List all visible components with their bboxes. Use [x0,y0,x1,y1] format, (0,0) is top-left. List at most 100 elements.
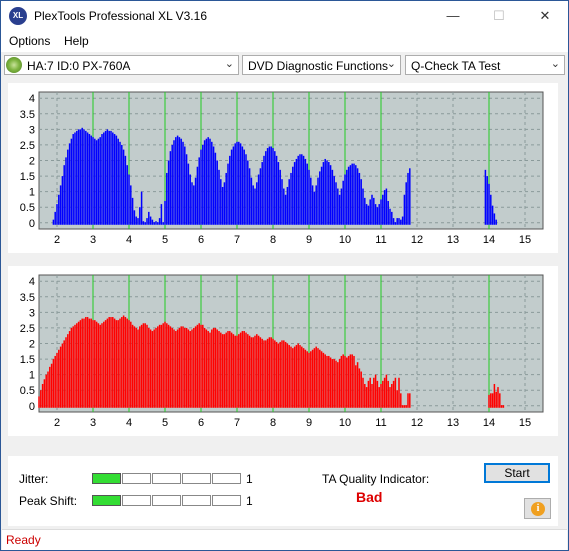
data-bar [108,317,110,408]
data-bar [157,222,159,225]
meter-segment [122,473,151,484]
data-bar [223,334,226,408]
function-select[interactable]: DVD Diagnostic Functions ⌄ [242,55,401,75]
data-bar [92,320,94,408]
data-bar [211,141,213,225]
y-tick-label: 1 [29,187,35,199]
data-bar [266,148,269,225]
y-tick-label: 2.5 [20,323,35,335]
data-bar [175,331,177,408]
data-bar [124,317,127,408]
maximize-button[interactable]: ☐ [476,1,522,31]
test-select[interactable]: Q-Check TA Test ⌄ [405,55,565,75]
info-button[interactable]: i [524,498,551,519]
data-bar [153,222,155,225]
data-bar [266,338,269,408]
y-tick-label: 1.5 [20,171,35,183]
data-bar [342,354,344,408]
data-bar [59,346,62,408]
data-bar [176,329,179,408]
data-bar [380,383,382,408]
minimize-button[interactable]: — [430,1,476,31]
data-bar [113,134,116,225]
data-bar [279,341,281,408]
data-bar [241,146,244,225]
data-bar [67,149,69,225]
data-bar [76,323,78,408]
data-bar [185,327,188,408]
data-bar [108,130,110,225]
data-bar [191,329,193,408]
x-tick-label: 4 [126,417,132,429]
data-bar [72,326,74,408]
data-bar [104,130,107,225]
close-button[interactable]: ✕ [522,1,568,31]
data-bar [374,374,377,408]
data-bar [56,352,58,408]
menu-help[interactable]: Help [64,34,89,48]
drive-select[interactable]: HA:7 ID:0 PX-760A ⌄ [4,55,239,75]
data-bar [257,174,260,225]
data-bar [383,190,386,225]
data-bar [344,174,346,225]
data-bar [238,141,240,225]
data-bar [214,327,217,408]
bottom-chart-panel: 0 0.5 1 1.5 2 2.5 3 3.5 4 2 3 4 5 6 7 8 9 10 11 12 13 14 15 [8,266,558,436]
data-bar [149,216,152,225]
data-bar [162,323,164,408]
data-bar [283,340,285,408]
data-bar [304,158,307,225]
data-bar [391,211,393,225]
data-bar [83,318,85,408]
data-bar [371,383,373,408]
data-bar [175,137,177,225]
data-bar [259,337,262,408]
x-tick-label: 6 [198,234,204,246]
data-bar [173,140,175,225]
menu-options[interactable]: Options [9,34,50,48]
data-bar [338,194,341,225]
data-bar [385,188,388,225]
data-bar [41,383,44,408]
data-bar [137,218,139,225]
data-bar [250,337,253,408]
y-tick-label: 3 [29,307,35,319]
data-bar [209,332,211,408]
data-bar [245,154,247,225]
x-tick-label: 2 [54,417,60,429]
data-bar [115,135,118,225]
data-bar [95,140,98,225]
data-bar [194,177,197,225]
data-bar [90,318,92,408]
data-bar [151,331,154,408]
data-bar [301,346,303,408]
data-bar [54,355,56,408]
data-bar [295,345,298,408]
data-bar [230,149,233,225]
data-bar [187,329,190,408]
x-tick-label: 5 [162,234,168,246]
data-bar [88,318,91,408]
data-bar [234,335,236,408]
data-bar [200,149,202,225]
chevron-down-icon: ⌄ [386,58,396,70]
data-bar [68,143,71,225]
start-button[interactable]: Start [484,463,550,483]
meter-segment [92,495,121,506]
peak-shift-meter [92,495,242,506]
data-bar [202,144,204,225]
data-bar [317,348,319,408]
data-bar [493,383,496,408]
data-bar [317,177,319,225]
data-bar [131,324,134,408]
meter-segment [212,473,241,484]
data-bar [103,132,105,225]
data-bar [49,366,51,408]
data-bar [254,335,256,408]
data-bar [184,327,186,408]
data-bar [311,349,314,408]
data-bar [112,132,114,225]
data-bar [313,348,316,408]
data-bar [333,176,335,225]
data-bar [274,340,276,408]
